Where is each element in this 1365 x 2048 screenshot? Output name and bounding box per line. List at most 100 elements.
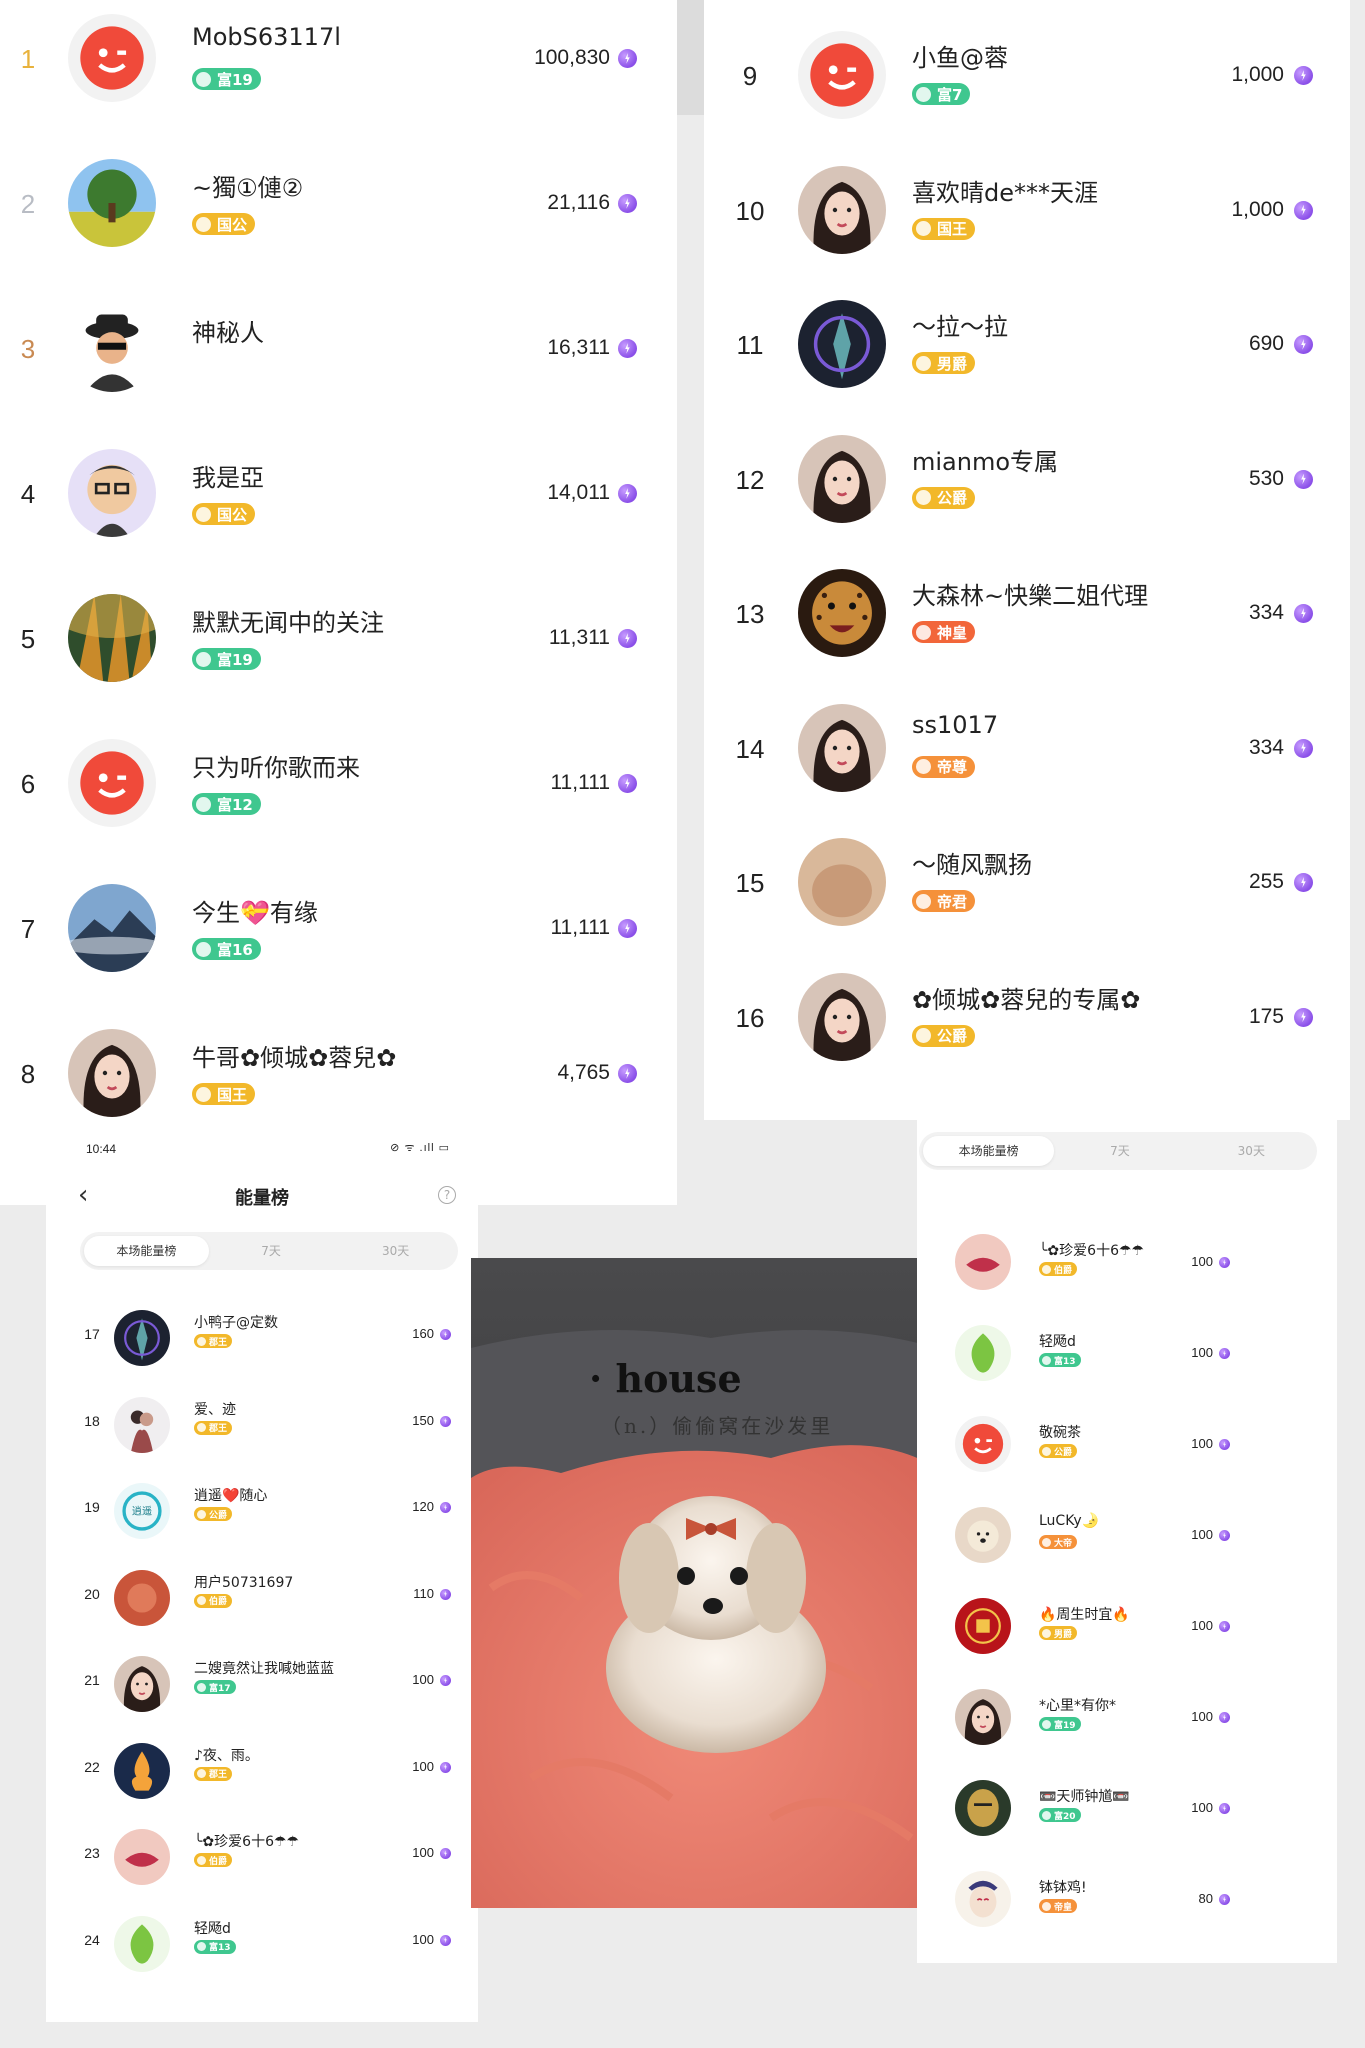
user-name[interactable]: mianmo专属	[912, 442, 1058, 477]
user-name[interactable]: 我是亞	[192, 458, 264, 493]
user-avatar[interactable]	[798, 300, 886, 388]
user-avatar[interactable]	[955, 1325, 1011, 1381]
user-name[interactable]: 用户50731697	[194, 1572, 293, 1592]
user-avatar[interactable]	[798, 434, 886, 523]
user-name[interactable]: MobS63117l	[192, 23, 341, 51]
ranking-row[interactable]: 22 ♪夜、雨。 郡王 100	[46, 1731, 478, 1818]
user-avatar[interactable]	[68, 159, 156, 247]
user-name[interactable]: 只为听你歌而来	[192, 748, 360, 783]
ranking-row[interactable]: 📼天师钟馗📼 富20 100	[917, 1774, 1337, 1865]
ranking-row[interactable]: 15 ～随风飘扬 帝君 255	[704, 832, 1350, 967]
user-name[interactable]: 大森林~快樂二姐代理	[912, 576, 1148, 611]
user-name[interactable]: ╰✿珍爱6十6☂☂	[1039, 1240, 1144, 1260]
user-avatar[interactable]	[114, 1829, 170, 1885]
user-name[interactable]: ss1017	[912, 711, 998, 739]
user-name[interactable]: 逍遥❤️随心	[194, 1485, 267, 1505]
user-avatar[interactable]	[955, 1416, 1011, 1472]
user-avatar[interactable]	[798, 838, 886, 926]
user-name[interactable]: ～随风飘扬	[912, 845, 1032, 880]
user-avatar[interactable]	[955, 1507, 1011, 1563]
ranking-row[interactable]: 18 爱、迹 郡王 150	[46, 1385, 478, 1472]
user-avatar[interactable]	[955, 1871, 1011, 1927]
user-avatar[interactable]	[68, 304, 156, 392]
ranking-row[interactable]: 24 轻飏d 富13 100	[46, 1904, 478, 1991]
user-name[interactable]: 📼天师钟馗📼	[1039, 1786, 1130, 1806]
user-name[interactable]: 喜欢晴de***天涯	[912, 173, 1098, 208]
user-avatar[interactable]	[798, 31, 886, 119]
user-avatar[interactable]	[798, 569, 886, 657]
user-name[interactable]: ♪夜、雨。	[194, 1745, 259, 1765]
user-name[interactable]: 小鸭子@定数	[194, 1312, 278, 1332]
user-avatar[interactable]	[114, 1915, 170, 1972]
ranking-row[interactable]: 19 逍遥 逍遥❤️随心 公爵 120	[46, 1471, 478, 1558]
ranking-row[interactable]: 23 ╰✿珍爱6十6☂☂ 伯爵 100	[46, 1817, 478, 1904]
user-name[interactable]: 🔥周生时宜🔥	[1039, 1604, 1130, 1624]
user-name[interactable]: 默默无闻中的关注	[192, 603, 384, 638]
ranking-row[interactable]: 16 ✿倾城✿蓉兒的专属✿ 公爵 175	[704, 967, 1350, 1102]
ranking-row[interactable]: 3 神秘人 16,311	[0, 298, 677, 443]
user-avatar[interactable]	[68, 449, 156, 537]
user-avatar[interactable]	[955, 1234, 1011, 1290]
user-name[interactable]: ~獨①僆②	[192, 168, 303, 203]
user-name[interactable]: 轻飏d	[194, 1918, 231, 1938]
user-name[interactable]: 二嫂竟然让我喊她蓝蓝	[194, 1658, 334, 1678]
help-icon[interactable]: ?	[438, 1186, 456, 1204]
ranking-row[interactable]: 🔥周生时宜🔥 男爵 100	[917, 1592, 1337, 1683]
ranking-row[interactable]: 敬碗茶 公爵 100	[917, 1410, 1337, 1501]
user-avatar[interactable]	[68, 739, 156, 827]
tab-30-days[interactable]: 30天	[1186, 1136, 1317, 1166]
user-name[interactable]: ╰✿珍爱6十6☂☂	[194, 1831, 299, 1851]
user-name[interactable]: ✿倾城✿蓉兒的专属✿	[912, 980, 1140, 1015]
tab-7-days[interactable]: 7天	[1054, 1136, 1185, 1166]
ranking-row[interactable]: 13 大森林~快樂二姐代理 神皇 334	[704, 563, 1350, 698]
ranking-row[interactable]: 5 默默无闻中的关注 富19 11,311	[0, 588, 677, 733]
user-name[interactable]: 牛哥✿倾城✿蓉兒✿	[192, 1038, 396, 1073]
user-name[interactable]: 小鱼@蓉	[912, 38, 1008, 73]
ranking-row[interactable]: 10 喜欢晴de***天涯 国王 1,000	[704, 160, 1350, 295]
user-avatar[interactable]	[114, 1656, 170, 1712]
ranking-row[interactable]: 4 我是亞 国公 14,011	[0, 443, 677, 588]
ranking-row[interactable]: LuCKy🌛 大帝 100	[917, 1501, 1337, 1592]
user-name[interactable]: 钵钵鸡!	[1039, 1877, 1087, 1897]
ranking-row[interactable]: *心里*有你* 富19 100	[917, 1683, 1337, 1774]
ranking-row[interactable]: 7 今生💝有缘 富16 11,111	[0, 878, 677, 1023]
ranking-row[interactable]: 钵钵鸡! 帝皇 80	[917, 1865, 1337, 1956]
ranking-row[interactable]: ╰✿珍爱6十6☂☂ 伯爵 100	[917, 1228, 1337, 1319]
user-name[interactable]: 敬碗茶	[1039, 1422, 1081, 1442]
tab-current-session[interactable]: 本场能量榜	[923, 1136, 1055, 1166]
ranking-row[interactable]: 17 小鸭子@定数 郡王 160	[46, 1298, 478, 1385]
tab-current-session[interactable]: 本场能量榜	[84, 1236, 209, 1266]
user-name[interactable]: LuCKy🌛	[1039, 1513, 1099, 1529]
user-avatar[interactable]	[68, 14, 156, 102]
user-avatar[interactable]	[68, 1029, 156, 1117]
user-avatar[interactable]	[114, 1310, 170, 1366]
user-avatar[interactable]	[798, 972, 886, 1061]
tab-7-days[interactable]: 7天	[209, 1236, 334, 1266]
user-name[interactable]: 今生💝有缘	[192, 893, 318, 928]
ranking-row[interactable]: 2 ~獨①僆② 国公 21,116	[0, 153, 677, 298]
user-avatar[interactable]	[68, 594, 156, 682]
user-avatar[interactable]	[114, 1396, 170, 1453]
user-avatar[interactable]	[68, 884, 156, 972]
ranking-row[interactable]: 轻飏d 富13 100	[917, 1319, 1337, 1410]
ranking-row[interactable]: 12 mianmo专属 公爵 530	[704, 429, 1350, 564]
user-name[interactable]: ～拉～拉	[912, 307, 1008, 342]
ranking-row[interactable]: 21 二嫂竟然让我喊她蓝蓝 富17 100	[46, 1644, 478, 1731]
ranking-row[interactable]: 14 ss1017 帝尊 334	[704, 698, 1350, 833]
user-avatar[interactable]	[798, 703, 886, 792]
ranking-row[interactable]: 1 MobS63117l 富19 100,830	[0, 8, 677, 153]
user-avatar[interactable]	[114, 1569, 170, 1626]
ranking-row[interactable]: 11 ～拉～拉 男爵 690	[704, 294, 1350, 429]
user-name[interactable]: *心里*有你*	[1039, 1695, 1116, 1715]
tab-30-days[interactable]: 30天	[333, 1236, 458, 1266]
ranking-row[interactable]: 9 小鱼@蓉 富7 1,000	[704, 25, 1350, 160]
user-avatar[interactable]	[114, 1742, 170, 1799]
user-avatar[interactable]	[955, 1689, 1011, 1745]
user-name[interactable]: 轻飏d	[1039, 1331, 1076, 1351]
ranking-row[interactable]: 20 用户50731697 伯爵 110	[46, 1558, 478, 1645]
user-avatar[interactable]	[955, 1780, 1011, 1836]
user-name[interactable]: 神秘人	[192, 313, 264, 348]
user-name[interactable]: 爱、迹	[194, 1399, 236, 1419]
user-avatar[interactable]	[955, 1598, 1011, 1654]
user-avatar[interactable]: 逍遥	[114, 1483, 170, 1539]
